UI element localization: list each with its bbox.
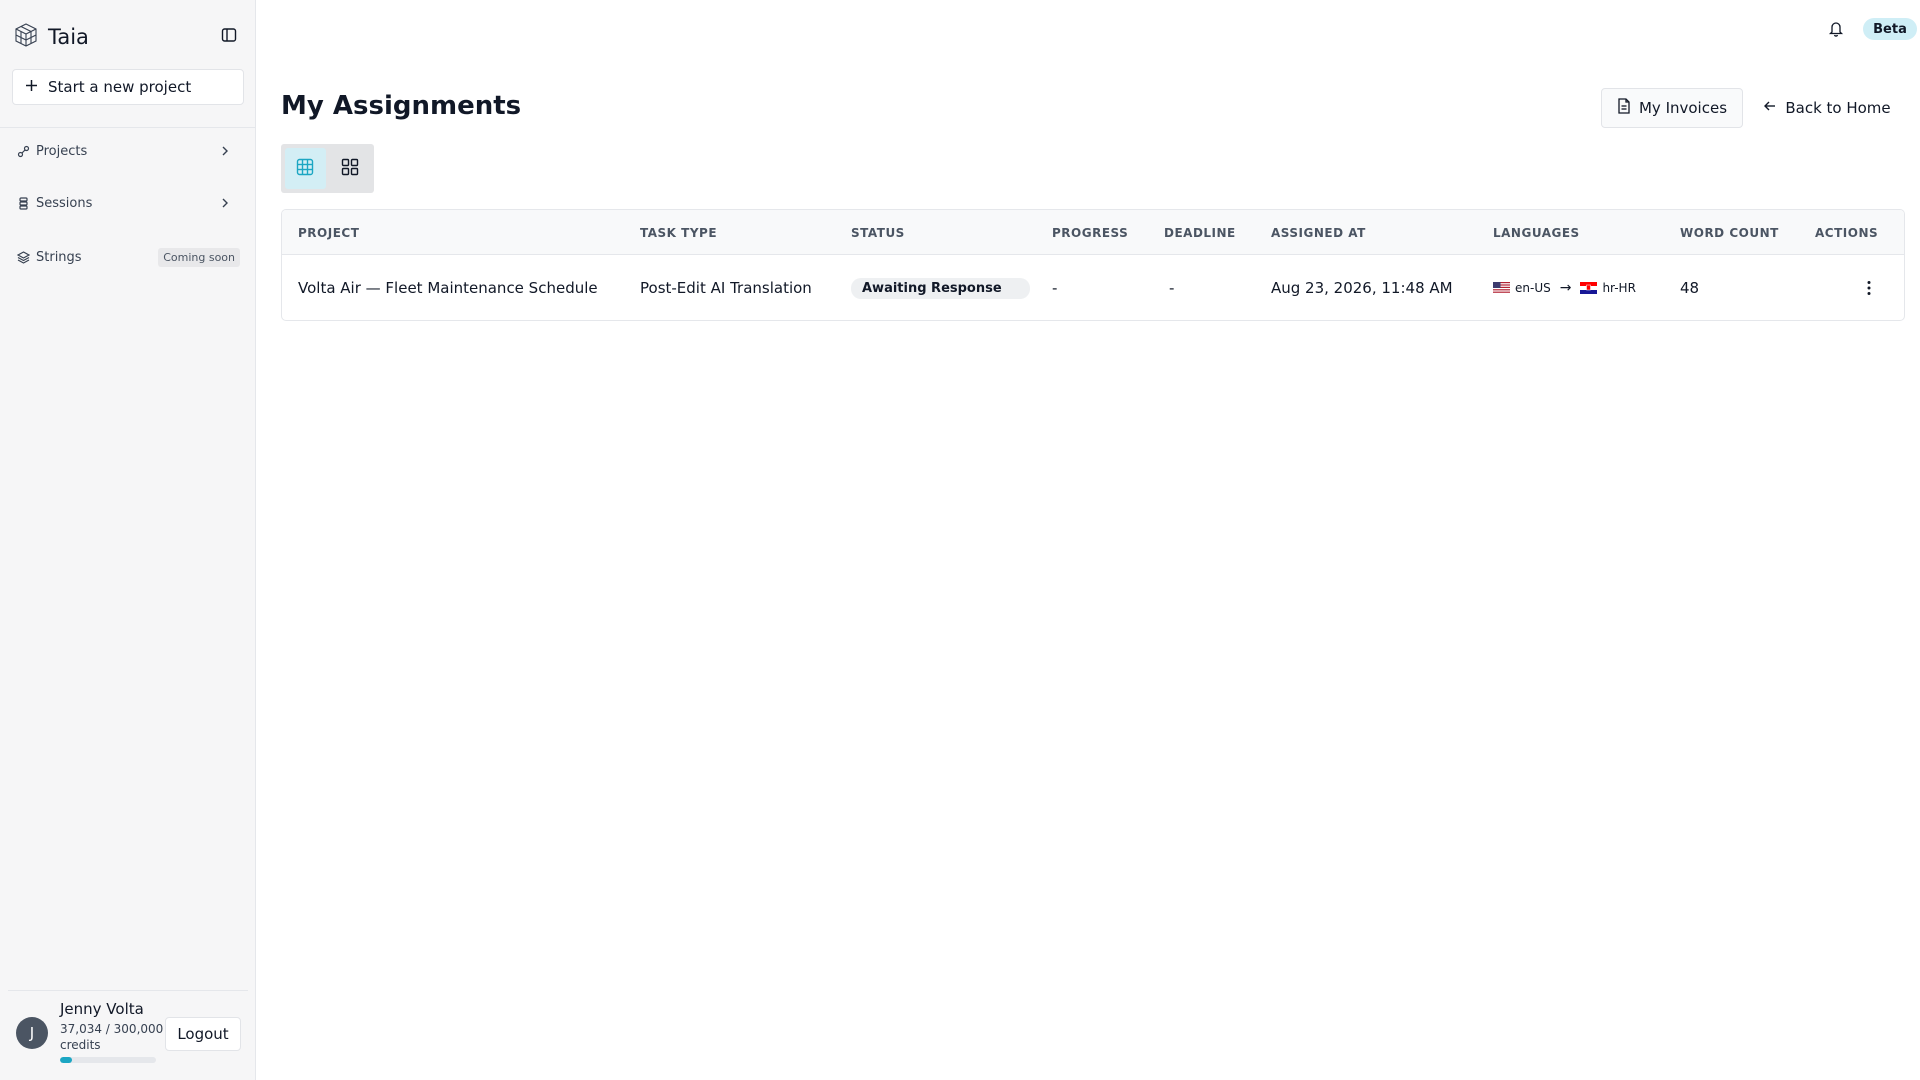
brand[interactable]: Taia bbox=[12, 22, 89, 52]
arrow-right-icon: → bbox=[1559, 280, 1572, 296]
sidebar-toggle-icon[interactable] bbox=[218, 24, 240, 46]
target-language-code: hr-HR bbox=[1602, 281, 1636, 295]
column-header-progress: PROGRESS bbox=[1052, 225, 1129, 240]
page-title: My Assignments bbox=[281, 91, 522, 121]
view-toggle bbox=[281, 144, 374, 193]
coming-soon-badge: Coming soon bbox=[158, 247, 240, 267]
sidebar-item-projects[interactable]: Projects bbox=[16, 139, 240, 163]
credits-text: 37,034 / 300,000 credits bbox=[60, 1022, 164, 1052]
my-invoices-label: My Invoices bbox=[1638, 99, 1728, 117]
back-to-home-button[interactable]: Back to Home bbox=[1759, 88, 1895, 128]
user-name: Jenny Volta bbox=[60, 1000, 144, 1018]
table-icon bbox=[296, 158, 314, 180]
status-badge: Awaiting Response bbox=[851, 277, 1030, 299]
column-header-task-type: TASK TYPE bbox=[640, 225, 718, 240]
column-header-project: PROJECT bbox=[298, 225, 360, 240]
credits-progress-fill bbox=[60, 1057, 72, 1063]
table-view-button[interactable] bbox=[285, 148, 326, 189]
arrow-left-icon bbox=[1763, 99, 1777, 117]
sidebar-item-sessions[interactable]: Sessions bbox=[16, 191, 240, 215]
sidebar-item-label: Strings bbox=[36, 249, 82, 265]
bell-icon[interactable] bbox=[1826, 18, 1846, 38]
progress-cell: - bbox=[1052, 279, 1058, 297]
word-count-cell: 48 bbox=[1680, 279, 1700, 297]
layers-icon bbox=[16, 250, 30, 264]
logout-button[interactable]: Logout bbox=[165, 1017, 241, 1051]
document-icon bbox=[1617, 98, 1631, 118]
column-header-word-count: WORD COUNT bbox=[1680, 225, 1779, 240]
start-new-project-button[interactable]: Start a new project bbox=[12, 69, 244, 105]
beta-badge: Beta bbox=[1863, 18, 1917, 40]
croatia-flag-icon bbox=[1580, 282, 1598, 294]
source-language-code: en-US bbox=[1515, 281, 1551, 295]
us-flag-icon bbox=[1493, 282, 1510, 294]
chevron-right-icon bbox=[218, 196, 232, 210]
grid-icon bbox=[341, 158, 359, 180]
chevron-right-icon bbox=[218, 144, 232, 158]
column-header-deadline: DEADLINE bbox=[1164, 225, 1236, 240]
logo-icon bbox=[12, 21, 40, 53]
status-cell: Awaiting Response bbox=[851, 255, 1030, 320]
project-cell[interactable]: Volta Air — Fleet Maintenance Schedule bbox=[298, 255, 598, 320]
app-name: Taia bbox=[48, 25, 89, 49]
sidebar-item-label: Projects bbox=[36, 143, 88, 159]
sidebar-divider bbox=[0, 127, 256, 128]
credits-progress-bar bbox=[60, 1057, 156, 1063]
sidebar-item-strings[interactable]: Strings Coming soon bbox=[16, 245, 240, 269]
source-language: en-US bbox=[1493, 281, 1551, 295]
assigned-at-cell: Aug 23, 2026, 11:48 AM bbox=[1271, 279, 1453, 297]
target-language: hr-HR bbox=[1580, 281, 1636, 295]
grid-view-button[interactable] bbox=[330, 148, 371, 189]
plus-icon bbox=[25, 78, 38, 96]
task-type-cell: Post-Edit AI Translation bbox=[640, 279, 812, 297]
deadline-cell: - bbox=[1169, 279, 1175, 297]
more-vertical-icon[interactable] bbox=[1857, 276, 1881, 300]
start-new-project-label: Start a new project bbox=[48, 78, 192, 96]
column-header-status: STATUS bbox=[851, 225, 905, 240]
languages-cell: en-US → hr-HR bbox=[1493, 255, 1636, 320]
assignments-table: PROJECT TASK TYPE STATUS PROGRESS DEADLI… bbox=[281, 209, 1905, 321]
user-panel: J Jenny Volta 37,034 / 300,000 credits L… bbox=[8, 990, 248, 1080]
table-header: PROJECT TASK TYPE STATUS PROGRESS DEADLI… bbox=[282, 210, 1904, 255]
projects-icon bbox=[16, 144, 30, 158]
sidebar: Taia Start a new project Projects Sessio… bbox=[0, 0, 256, 1080]
back-to-home-label: Back to Home bbox=[1785, 99, 1891, 117]
sessions-icon bbox=[16, 196, 30, 210]
actions-cell bbox=[1857, 255, 1881, 320]
avatar[interactable]: J bbox=[16, 1017, 48, 1049]
column-header-assigned-at: ASSIGNED AT bbox=[1271, 225, 1366, 240]
sidebar-item-label: Sessions bbox=[36, 195, 93, 211]
my-invoices-button[interactable]: My Invoices bbox=[1601, 88, 1743, 128]
table-row[interactable]: Volta Air — Fleet Maintenance Schedule P… bbox=[282, 255, 1904, 320]
column-header-actions: ACTIONS bbox=[1815, 225, 1879, 240]
column-header-languages: LANGUAGES bbox=[1493, 225, 1580, 240]
